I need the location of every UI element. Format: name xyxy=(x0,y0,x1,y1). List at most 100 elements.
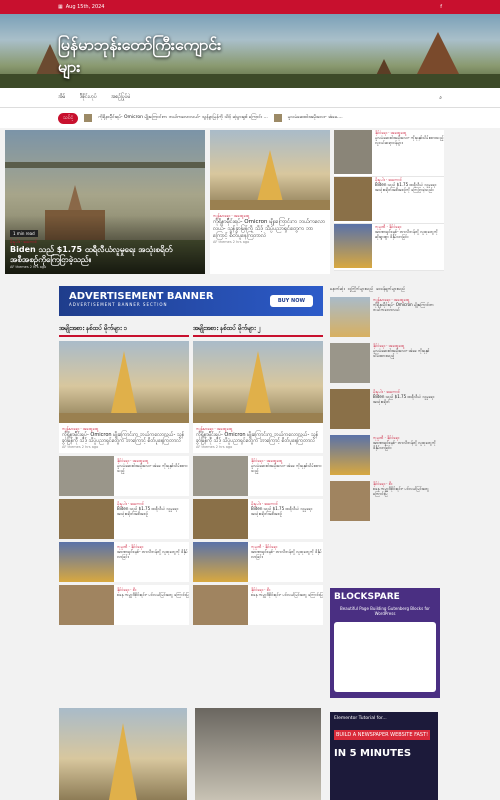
category-column-2: အမျိုးအစား နစ်ထပ် မိုက်များ ၂ ကျန်းမာရေး… xyxy=(193,324,323,625)
site-title[interactable]: မြန်မာဘုန်းတော်ကြီးကျောင်းများ xyxy=(58,34,228,78)
post-title[interactable]: ကိုရိုနာမ်ိုင်းရပ်- Omicron မျိုးကြောင်း… xyxy=(196,432,320,444)
site-header: မြန်မာဘုန်းတော်ကြီးကျောင်းများ xyxy=(0,14,500,88)
post-title[interactable]: Biden သည် $1.75 ထရီလီယံ လူမှုရေးအသုံးစရိ… xyxy=(373,394,440,404)
post-author[interactable]: AF themes xyxy=(10,265,29,269)
advertisement-banner[interactable]: ADVERTISEMENT BANNER ADVERTISEMENT BANNE… xyxy=(59,286,323,316)
search-icon[interactable]: ⌕ xyxy=(439,95,442,101)
post-title[interactable]: Biden သည် $1.75 ထရီလီယံ လူမှုရေးအသုံးစရိ… xyxy=(251,506,323,516)
list-item[interactable]: နိုင်ငံရေး · အထွေထွေ မူလမံဆေးဝါးအမိုးလေး-… xyxy=(59,456,189,496)
post-title[interactable]: အာဏာရှင်စနစ်- တာလီဘန်တို့ လူထုတွေကို ဖိန… xyxy=(373,440,440,450)
blockspare-title: BLOCKSPARE xyxy=(334,592,400,602)
elementor-video-ad[interactable]: Elementor Tutorial for... BUILD A NEWSPA… xyxy=(330,712,438,800)
sidebar-tabs-widget: နောက်ဆုံး လူကြိုက်များသည် ဝေဖန်ချက်များသ… xyxy=(330,286,440,527)
section-heading: အမျိုးအစား နစ်ထပ် မိုက်များ ၁ xyxy=(59,324,189,337)
post-title[interactable]: အာဏာရှင်စနစ်- တာလီဘန်တို့ လူထုတွေကို ဖိန… xyxy=(117,549,189,559)
list-item[interactable]: ကုမ္ပဏီ · နိုင်ငံရေး အာဏာရှင်စနစ်- တာလီဘန… xyxy=(59,542,189,582)
post-time: 2 hrs ago xyxy=(29,265,47,269)
post-time: 2 hrs ago xyxy=(232,240,250,244)
pagoda-image xyxy=(193,341,323,423)
top-bar: ▦ Aug 15th, 2024 f xyxy=(0,0,500,14)
list-item[interactable]: နိုင်ငံရေး · အထွေထွေ မူလမံဆေးဝါးအမိုးလေး-… xyxy=(330,343,440,387)
post-title[interactable]: ကိုရိုနာမ်ိုင်းရပ်- Omicron မျိုးကြောင်း… xyxy=(62,432,186,444)
post-title[interactable]: အာဏာရှင်စနစ်- တာလီဘန်တို့ လူထုတွေကို ဖိန… xyxy=(251,549,323,559)
list-item[interactable]: မိုးမှုပါး · အကောင် Biden သည် $1.75 ထရီလီ… xyxy=(59,499,189,539)
tab-latest[interactable]: နောက်ဆုံး xyxy=(330,286,345,292)
list-item[interactable]: နိုင်ငံရေး · အထွေထွေ မူလမံဆေးဝါးအမိုးလေး-… xyxy=(193,456,323,496)
post-time: 2 hrs ago xyxy=(215,445,233,449)
video-headline: IN 5 MINUTES xyxy=(334,748,412,759)
tab-comments[interactable]: ဝေဖန်ချက်များသည် xyxy=(376,286,405,292)
read-time-badge: 1 min read xyxy=(10,230,38,237)
post-title[interactable]: မူလမံဆေးဝါးအမိုးလေး- အံခေ ကိုးခုနှစ်သိမ်… xyxy=(373,348,440,358)
post-title[interactable]: ကိုရိုနာမ်ိုင်းရပ်- Omicron မျိုးကြောင်း… xyxy=(373,302,440,312)
featured-mid-post[interactable]: ကျန်းမာရေး · အထွေထွေ ကိုရိုနာမ်ိုင်းရပ်-… xyxy=(210,130,330,274)
list-item[interactable]: နိုင်ငံရေး · စီး စနေ ကမ္ဘာ့ဒီဇိုင်းရင်း- … xyxy=(193,585,323,625)
post-author[interactable]: AF themes xyxy=(196,445,215,449)
list-item[interactable]: ကုမ္ပဏီ · နိုင်ငံရေး အာဏာရှင်စနစ်- တာလီဘန… xyxy=(334,224,444,271)
post-author[interactable]: AF themes xyxy=(213,240,232,244)
menu-item-order[interactable]: အစဉ်ပြုပ်မဲ xyxy=(111,94,131,101)
ticker-item[interactable]: ကိုရိုနာမ်ိုင်းရပ်- Omicron မျိုးကြောင်း… xyxy=(98,115,267,121)
post-thumb xyxy=(330,435,370,475)
post-title[interactable]: မူလမံဆေးဝါးအမိုးလေး- အံခေ ကိုးခုနှစ်သိမ်… xyxy=(251,463,323,473)
list-item[interactable]: မိုးမှုပါး · အကောင် Biden သည် $1.75 ထရီလီ… xyxy=(193,499,323,539)
post-thumb xyxy=(330,389,370,429)
post-thumb xyxy=(59,585,114,625)
post-title[interactable]: အာဏာရှင်စနစ်- တာလီဘန်တို့ လူထုတွေကို ဆို… xyxy=(375,229,444,239)
post-thumb xyxy=(59,499,114,539)
post-thumb xyxy=(330,297,370,337)
list-item[interactable]: နိုင်ငံရေး · စီး စနေ ကမ္ဘာ့ဒီဇိုင်းရင်း- … xyxy=(330,481,440,525)
ticker-thumb xyxy=(273,114,282,122)
post-card[interactable]: ကျန်းမာရေး · အထွေထွေ ကိုရိုနာမ်ိုင်းရပ်- … xyxy=(193,341,323,453)
featured-overlay: 1 min read မိုးမှုပါး · အကောင် Biden သည်… xyxy=(5,215,205,274)
post-title[interactable]: Biden သည် $1.75 ထရီလီယံလူမှုရေး အသုံးစရိ… xyxy=(10,245,200,265)
post-author[interactable]: AF themes xyxy=(62,445,81,449)
ticker-label: သင်ငံ့ xyxy=(58,112,79,124)
list-item[interactable]: ကုမ္ပဏီ · နိုင်ငံရေး အာဏာရှင်စနစ်- တာလီဘန… xyxy=(193,542,323,582)
post-title[interactable]: Biden သည် $1.75 ထရီလီယံ လူမှုရေးအသုံးစရိ… xyxy=(375,182,444,192)
post-thumb xyxy=(334,177,372,221)
list-item[interactable]: ကုမ္ပဏီ · နိုင်ငံရေး အာဏာရှင်စနစ်- တာလီဘန… xyxy=(330,435,440,479)
post-title[interactable]: မူလမံဆေးဝါးအမိုးလေး- ကိုးခုနှစ်သိမ်းထားသ… xyxy=(375,135,444,145)
post-title[interactable]: စနေ ကမ္ဘာ့ဒီဇိုင်းရင်း- ပင်လယ်မြင်းတွေ က… xyxy=(117,592,189,597)
post-thumb xyxy=(330,343,370,383)
post-title[interactable]: စနေ ကမ္ဘာ့ဒီဇိုင်းရင်း- ပင်လယ်မြင်းတွေ က… xyxy=(373,486,440,496)
list-item[interactable]: မိုးမှုပါး · အကောင် Biden သည် $1.75 ထရီလီ… xyxy=(334,177,444,224)
ticker-item[interactable]: မူလမံဆေးဝါးအမိုးလေး- အံခေ.... xyxy=(288,115,343,121)
menu-item-home[interactable]: အိမ် xyxy=(58,94,65,101)
video-subtitle: BUILD A NEWSPAPER WEBSITE FAST! xyxy=(334,730,431,740)
menu-item-design[interactable]: ဒီဇိုင်းဟုပ် xyxy=(79,94,96,101)
main-menu: အိမ် ဒီဇိုင်းဟုပ် အစဉ်ပြုပ်မဲ ⌕ xyxy=(0,88,500,108)
date-display: ▦ Aug 15th, 2024 xyxy=(58,4,105,10)
calendar-icon: ▦ xyxy=(58,4,63,10)
ticker-thumb xyxy=(84,114,93,122)
post-title[interactable]: ကိုရိုနာမ်ိုင်းရပ်- Omicron မျိုးကြောင်း… xyxy=(213,219,327,240)
video-title: Elementor Tutorial for... xyxy=(334,716,387,721)
post-thumb xyxy=(193,499,248,539)
post-thumb xyxy=(330,481,370,521)
category-column-1: အမျိုးအစား နစ်ထပ် မိုက်များ ၁ ကျန်းမာရေး… xyxy=(59,324,189,625)
bottom-post-image[interactable] xyxy=(59,708,187,800)
featured-main-post[interactable]: 1 min read မိုးမှုပါး · အကောင် Biden သည်… xyxy=(5,130,205,274)
facebook-icon[interactable]: f xyxy=(440,4,442,10)
bottom-post-image[interactable] xyxy=(195,708,321,800)
post-thumb xyxy=(193,585,248,625)
list-item[interactable]: ကျန်းမာရေး · အထွေထွေ ကိုရိုနာမ်ိုင်းရပ်- … xyxy=(330,297,440,341)
pagoda-image xyxy=(210,130,330,210)
pagoda-image xyxy=(59,341,189,423)
list-item[interactable]: နိုင်ငံရေး · စီး စနေ ကမ္ဘာ့ဒီဇိုင်းရင်း- … xyxy=(59,585,189,625)
post-title[interactable]: Biden သည် $1.75 ထရီလီယံ လူမှုရေးအသုံးစရိ… xyxy=(117,506,189,516)
post-thumb xyxy=(193,456,248,496)
list-item[interactable]: နိုင်ငံရေး · အထွေထွေ မူလမံဆေးဝါးအမိုးလေး-… xyxy=(334,130,444,177)
buy-now-button[interactable]: BUY NOW xyxy=(269,295,313,307)
section-heading: အမျိုးအစား နစ်ထပ် မိုက်များ ၂ xyxy=(193,324,323,337)
post-thumb xyxy=(334,224,372,268)
post-card[interactable]: ကျန်းမာရေး · အထွေထွေ ကိုရိုနာမ်ိုင်းရပ်- … xyxy=(59,341,189,453)
post-title[interactable]: စနေ ကမ္ဘာ့ဒီဇိုင်းရင်း- ပင်လယ်မြင်းတွေ က… xyxy=(251,592,323,597)
post-thumb xyxy=(334,130,372,174)
tab-popular[interactable]: လူကြိုက်များသည် xyxy=(348,286,374,292)
list-item[interactable]: မိုးမှုပါး · အကောင် Biden သည် $1.75 ထရီလီ… xyxy=(330,389,440,433)
post-title[interactable]: မူလမံဆေးဝါးအမိုးလေး- အံခေ ကိုးခုနှစ်သိမ်… xyxy=(117,463,189,473)
post-thumb xyxy=(59,542,114,582)
blockspare-ad[interactable]: BLOCKSPARE Beautiful Page Building Guten… xyxy=(330,588,440,698)
